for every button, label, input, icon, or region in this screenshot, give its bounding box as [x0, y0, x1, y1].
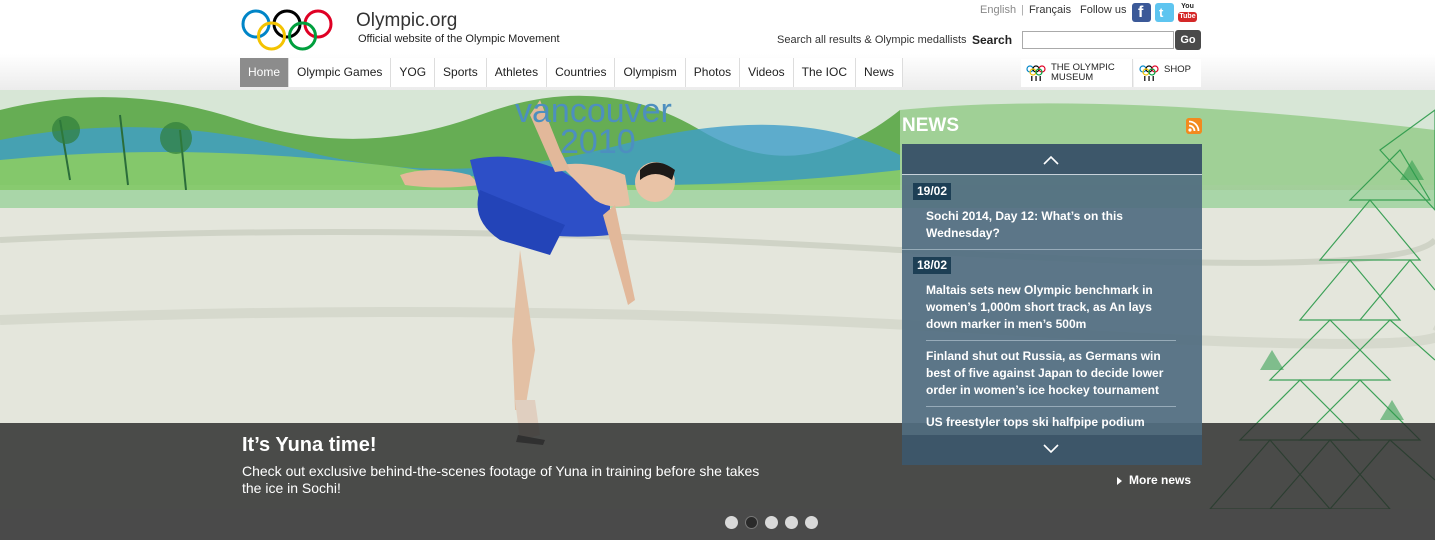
- lang-english[interactable]: English: [980, 4, 1016, 16]
- rss-icon[interactable]: [1186, 118, 1202, 134]
- facebook-glyph: f: [1138, 4, 1144, 21]
- twitter-icon[interactable]: t: [1155, 3, 1174, 22]
- site-title[interactable]: Olympic.org: [356, 10, 457, 32]
- follow-us-label: Follow us: [1080, 4, 1127, 16]
- news-panel: 19/02 Sochi 2014, Day 12: What’s on this…: [902, 144, 1202, 465]
- museum-label-line2: MUSEUM: [1051, 72, 1094, 83]
- news-heading: NEWS: [902, 115, 959, 136]
- youtube-icon[interactable]: You Tube: [1178, 3, 1197, 22]
- carousel-dot[interactable]: [745, 516, 758, 529]
- chevron-up-icon: [1043, 155, 1059, 165]
- news-scroll-up[interactable]: [902, 144, 1202, 175]
- news-item[interactable]: US freestyler tops ski halfpipe podium: [926, 414, 1178, 431]
- search-input[interactable]: [1022, 31, 1174, 49]
- language-switcher: English | Français: [980, 4, 1071, 16]
- olympic-rings-logo[interactable]: [240, 8, 334, 52]
- search-hint: Search all results & Olympic medallists: [777, 34, 967, 46]
- search-go-button[interactable]: Go: [1175, 30, 1201, 50]
- nav-item-photos[interactable]: Photos: [685, 58, 741, 87]
- youtube-glyph-top: You: [1181, 3, 1194, 10]
- nav-item-videos[interactable]: Videos: [740, 58, 794, 87]
- hero-title[interactable]: It’s Yuna time!: [242, 434, 376, 457]
- more-news-label: More news: [1129, 473, 1192, 487]
- main-nav: Home Olympic Games YOG Sports Athletes Countr…: [240, 58, 904, 87]
- shop-link[interactable]: SHOP: [1134, 59, 1201, 87]
- nav-item-the-ioc[interactable]: The IOC: [793, 58, 856, 87]
- carousel-dot[interactable]: [785, 516, 798, 529]
- nav-item-olympism[interactable]: Olympism: [615, 58, 686, 87]
- site-header: Olympic.org Official website of the Olym…: [0, 0, 1435, 90]
- nav-item-sports[interactable]: Sports: [435, 58, 487, 87]
- carousel-dot[interactable]: [765, 516, 778, 529]
- lang-french[interactable]: Français: [1029, 4, 1071, 16]
- nav-item-countries[interactable]: Countries: [547, 58, 616, 87]
- nav-item-home[interactable]: Home: [240, 58, 290, 87]
- museum-rings-icon: [1026, 65, 1046, 81]
- news-date-badge: 18/02: [913, 257, 952, 274]
- news-item[interactable]: Maltais sets new Olympic benchmark in wo…: [926, 282, 1178, 333]
- news-divider: [926, 406, 1176, 407]
- shop-label: SHOP: [1164, 64, 1191, 75]
- carousel-dot[interactable]: [725, 516, 738, 529]
- olympic-museum-link[interactable]: THE OLYMPIC MUSEUM: [1021, 59, 1133, 87]
- twitter-glyph: t: [1159, 5, 1164, 20]
- hero-description: Check out exclusive behind-the-scenes fo…: [242, 463, 760, 496]
- chevron-down-icon: [1043, 444, 1059, 454]
- news-divider: [926, 340, 1176, 341]
- carousel-dot[interactable]: [805, 516, 818, 529]
- more-news-link[interactable]: More news: [1117, 473, 1191, 487]
- news-item[interactable]: Sochi 2014, Day 12: What’s on this Wedne…: [926, 208, 1178, 242]
- nav-item-news[interactable]: News: [856, 58, 904, 87]
- museum-label: THE OLYMPIC MUSEUM: [1051, 63, 1115, 83]
- play-arrow-icon: [1117, 476, 1122, 485]
- news-item[interactable]: Finland shut out Russia, as Germans win …: [926, 348, 1178, 399]
- nav-item-athletes[interactable]: Athletes: [486, 58, 548, 87]
- hero-banner[interactable]: vancouver 2010 It’s Yuna time! Check out…: [0, 90, 1435, 509]
- search-label: Search: [972, 33, 1013, 47]
- carousel-pagination: [0, 509, 1435, 540]
- news-divider: [902, 249, 1202, 250]
- nav-item-yog[interactable]: YOG: [391, 58, 436, 87]
- news-scroll-down[interactable]: [902, 435, 1202, 465]
- lang-separator: |: [1021, 4, 1024, 16]
- news-date-badge: 19/02: [913, 183, 952, 200]
- facebook-icon[interactable]: f: [1132, 3, 1151, 22]
- site-subtitle: Official website of the Olympic Movement: [358, 33, 560, 45]
- nav-item-olympic-games[interactable]: Olympic Games: [289, 58, 392, 87]
- shop-rings-icon: [1139, 65, 1159, 81]
- youtube-glyph-bottom: Tube: [1178, 12, 1197, 22]
- banner-2010-text: 2010: [560, 123, 636, 161]
